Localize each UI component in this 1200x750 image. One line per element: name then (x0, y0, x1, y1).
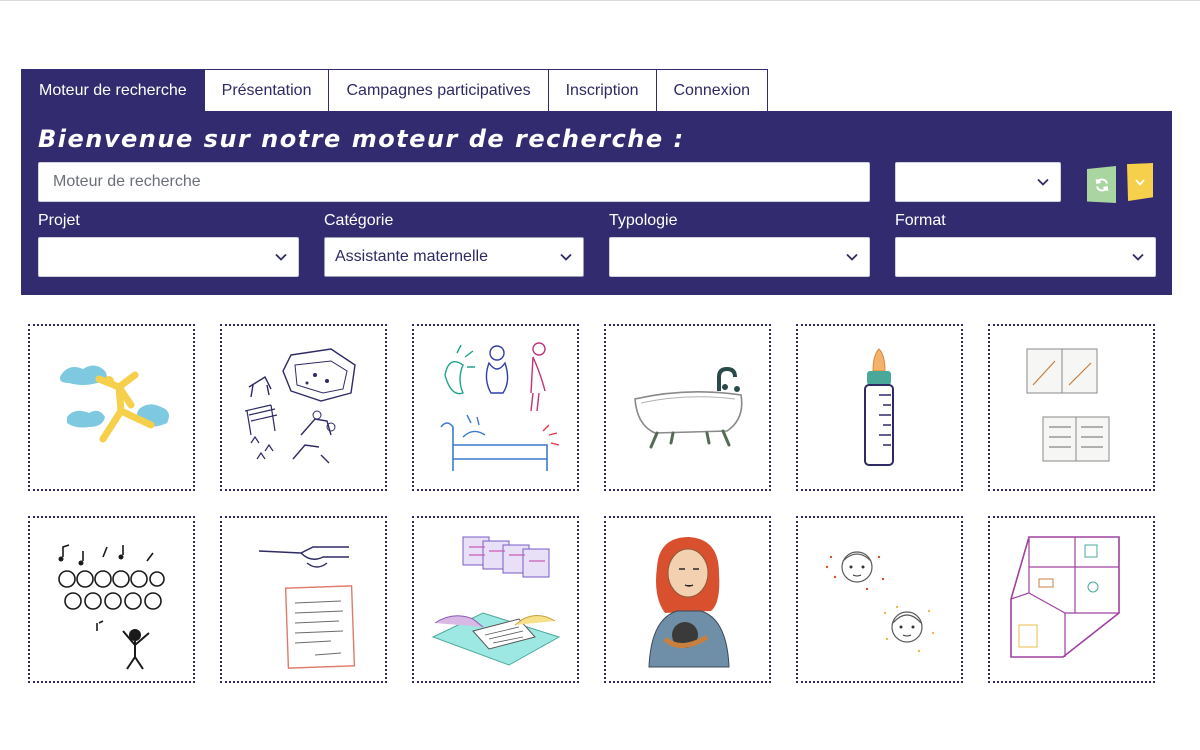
tab-campagnes-participatives[interactable]: Campagnes participatives (328, 69, 549, 112)
refresh-button[interactable] (1087, 166, 1116, 203)
result-card[interactable] (220, 516, 387, 683)
filter-label-format: Format (895, 212, 946, 229)
result-card[interactable] (604, 324, 771, 491)
result-card[interactable] (28, 324, 195, 491)
illustration-children-faces (825, 551, 935, 653)
filter-label-typologie: Typologie (609, 212, 678, 229)
result-card[interactable] (796, 516, 963, 683)
expand-filters-button[interactable] (1127, 163, 1153, 201)
main-tabs: Moteur de recherche Présentation Campagn… (21, 69, 768, 112)
illustration-handshake-letter (258, 546, 356, 669)
result-card[interactable] (796, 324, 963, 491)
illustration-apartment-plan (1010, 536, 1120, 658)
projet-select[interactable] (38, 237, 299, 277)
categorie-select[interactable]: Assistante maternelle (324, 237, 584, 277)
tab-presentation[interactable]: Présentation (203, 69, 330, 112)
illustration-children-singing (58, 544, 165, 670)
search-scope-select[interactable] (895, 162, 1061, 202)
tab-connexion[interactable]: Connexion (655, 69, 768, 112)
result-card[interactable] (220, 324, 387, 491)
filter-label-categorie: Catégorie (324, 212, 394, 229)
format-select[interactable] (895, 237, 1156, 277)
top-divider (0, 0, 1200, 1)
tab-moteur-de-recherche[interactable]: Moteur de recherche (21, 69, 205, 112)
search-input[interactable] (38, 162, 870, 202)
illustration-sensations (440, 342, 560, 471)
chevron-down-icon (845, 250, 859, 264)
result-card[interactable] (412, 516, 579, 683)
result-card[interactable] (604, 516, 771, 683)
chevron-down-icon (1135, 178, 1145, 186)
result-card[interactable] (988, 516, 1155, 683)
chevron-down-icon (1036, 175, 1050, 189)
result-card[interactable] (988, 324, 1155, 491)
tab-inscription[interactable]: Inscription (547, 69, 657, 112)
illustration-signing-contract (431, 536, 561, 666)
categorie-select-value: Assistante maternelle (335, 248, 488, 265)
refresh-icon (1095, 178, 1108, 191)
chevron-down-icon (274, 250, 288, 264)
chevron-down-icon (559, 250, 573, 264)
page-title: Bienvenue sur notre moteur de recherche … (38, 125, 685, 153)
results-grid (28, 324, 1155, 683)
typologie-select[interactable] (609, 237, 870, 277)
illustration-playground (244, 348, 356, 464)
result-card[interactable] (412, 324, 579, 491)
illustration-documents (1026, 348, 1110, 462)
illustration-woman-baby (648, 537, 730, 668)
illustration-baby-bottle (864, 348, 894, 466)
search-panel: Bienvenue sur notre moteur de recherche … (21, 111, 1172, 295)
filter-label-projet: Projet (38, 212, 80, 229)
chevron-down-icon (1131, 250, 1145, 264)
illustration-sky-figure (60, 365, 169, 443)
illustration-bathtub (634, 366, 743, 449)
result-card[interactable] (28, 516, 195, 683)
